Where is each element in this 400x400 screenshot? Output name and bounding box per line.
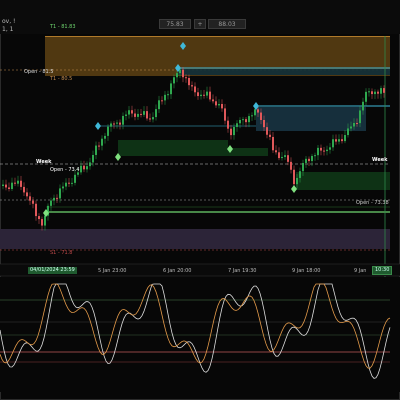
- time-tick: 6 Jan 20:00: [163, 268, 192, 274]
- time-axis-start-badge: 04/01/2024 23:59: [28, 267, 77, 274]
- open-top-label: Open - 81.5: [24, 69, 54, 75]
- t1-mid-label: T1 - 80.5: [50, 76, 73, 82]
- time-axis-cursor-badge: 10:30: [372, 266, 393, 275]
- week-value-label: Open - 73.4: [50, 167, 80, 173]
- time-tick: 5 Jan 23:00: [98, 268, 127, 274]
- open-bottom-label: Open - 73.38: [356, 200, 389, 206]
- week-right-label: Week: [372, 157, 388, 163]
- oscillator-panel[interactable]: [0, 0, 400, 400]
- pink-level-label: S1 - 71.8: [50, 250, 73, 256]
- time-tick: 7 Jan 19:30: [228, 268, 257, 274]
- t1-label: T1 - 81.83: [50, 24, 76, 30]
- time-tick: 9 Jan 18:00: [292, 268, 321, 274]
- week-left-label: Week: [36, 159, 52, 165]
- time-tick: 9 Jan: [354, 268, 367, 274]
